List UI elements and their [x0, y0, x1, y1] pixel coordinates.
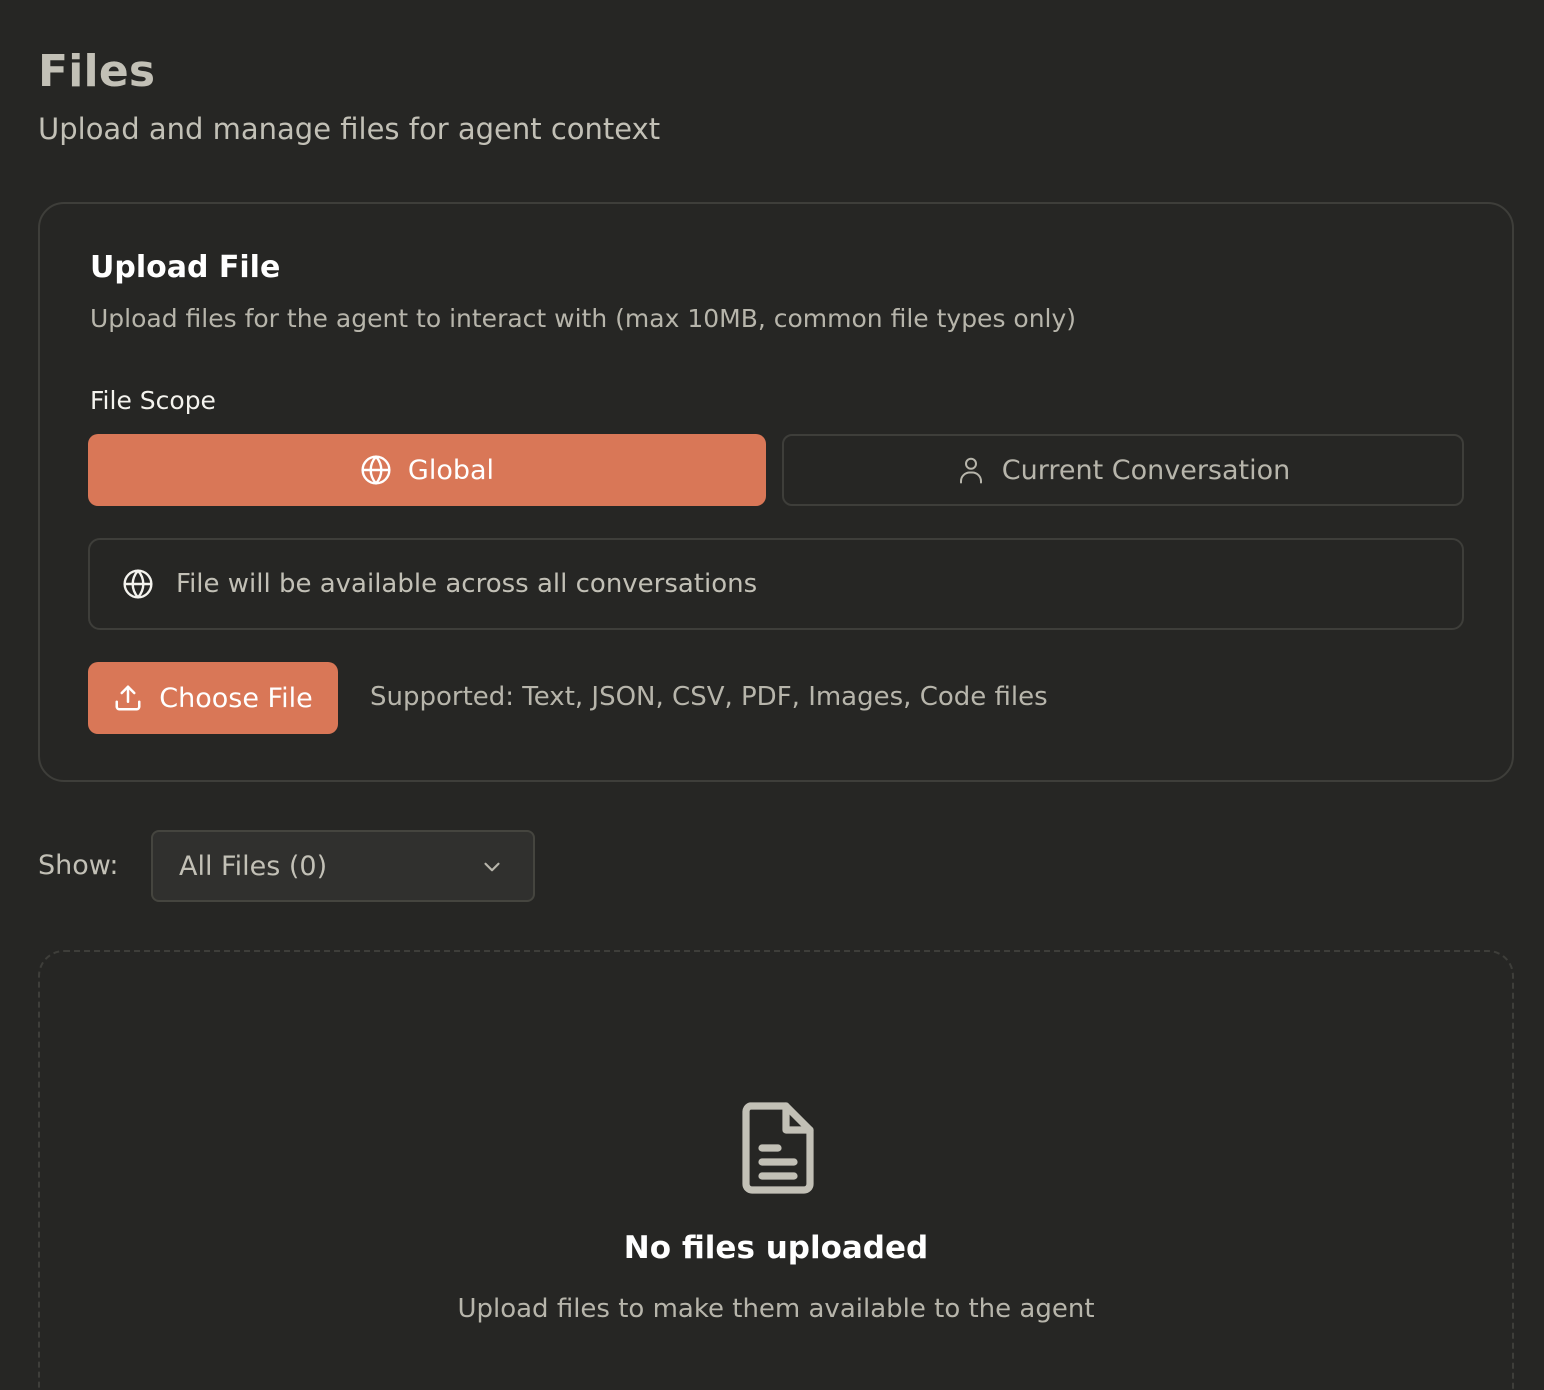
show-filter-label: Show:	[38, 850, 119, 881]
user-icon	[956, 455, 986, 485]
scope-global-label: Global	[407, 454, 495, 486]
page-subtitle: Upload and manage files for agent contex…	[38, 112, 661, 146]
empty-state-title: No files uploaded	[623, 1230, 929, 1266]
page-title: Files	[38, 46, 156, 97]
upload-icon	[113, 683, 143, 713]
chevron-down-icon	[479, 854, 505, 880]
scope-info-box: File will be available across all conver…	[88, 538, 1464, 630]
file-filter-value: All Files (0)	[179, 850, 328, 882]
upload-file-card: Upload File Upload files for the agent t…	[38, 202, 1514, 782]
files-page: Files Upload and manage files for agent …	[0, 0, 1544, 1390]
supported-file-types: Supported: Text, JSON, CSV, PDF, Images,…	[370, 682, 1048, 712]
scope-info-text: File will be available across all conver…	[176, 569, 758, 599]
file-text-icon	[738, 1100, 818, 1196]
choose-file-button[interactable]: Choose File	[88, 662, 338, 734]
file-filter-select[interactable]: All Files (0)	[151, 830, 535, 902]
upload-card-title: Upload File	[90, 250, 281, 285]
globe-icon	[122, 568, 154, 600]
choose-file-label: Choose File	[159, 682, 313, 714]
empty-state-description: Upload files to make them available to t…	[457, 1294, 1095, 1324]
scope-current-conversation-label: Current Conversation	[1001, 454, 1291, 486]
scope-current-conversation-button[interactable]: Current Conversation	[782, 434, 1464, 506]
empty-state-panel: No files uploaded Upload files to make t…	[38, 950, 1514, 1390]
globe-icon	[360, 454, 392, 486]
scope-global-button[interactable]: Global	[88, 434, 766, 506]
upload-card-description: Upload files for the agent to interact w…	[90, 304, 1077, 333]
file-scope-label: File Scope	[90, 386, 216, 415]
